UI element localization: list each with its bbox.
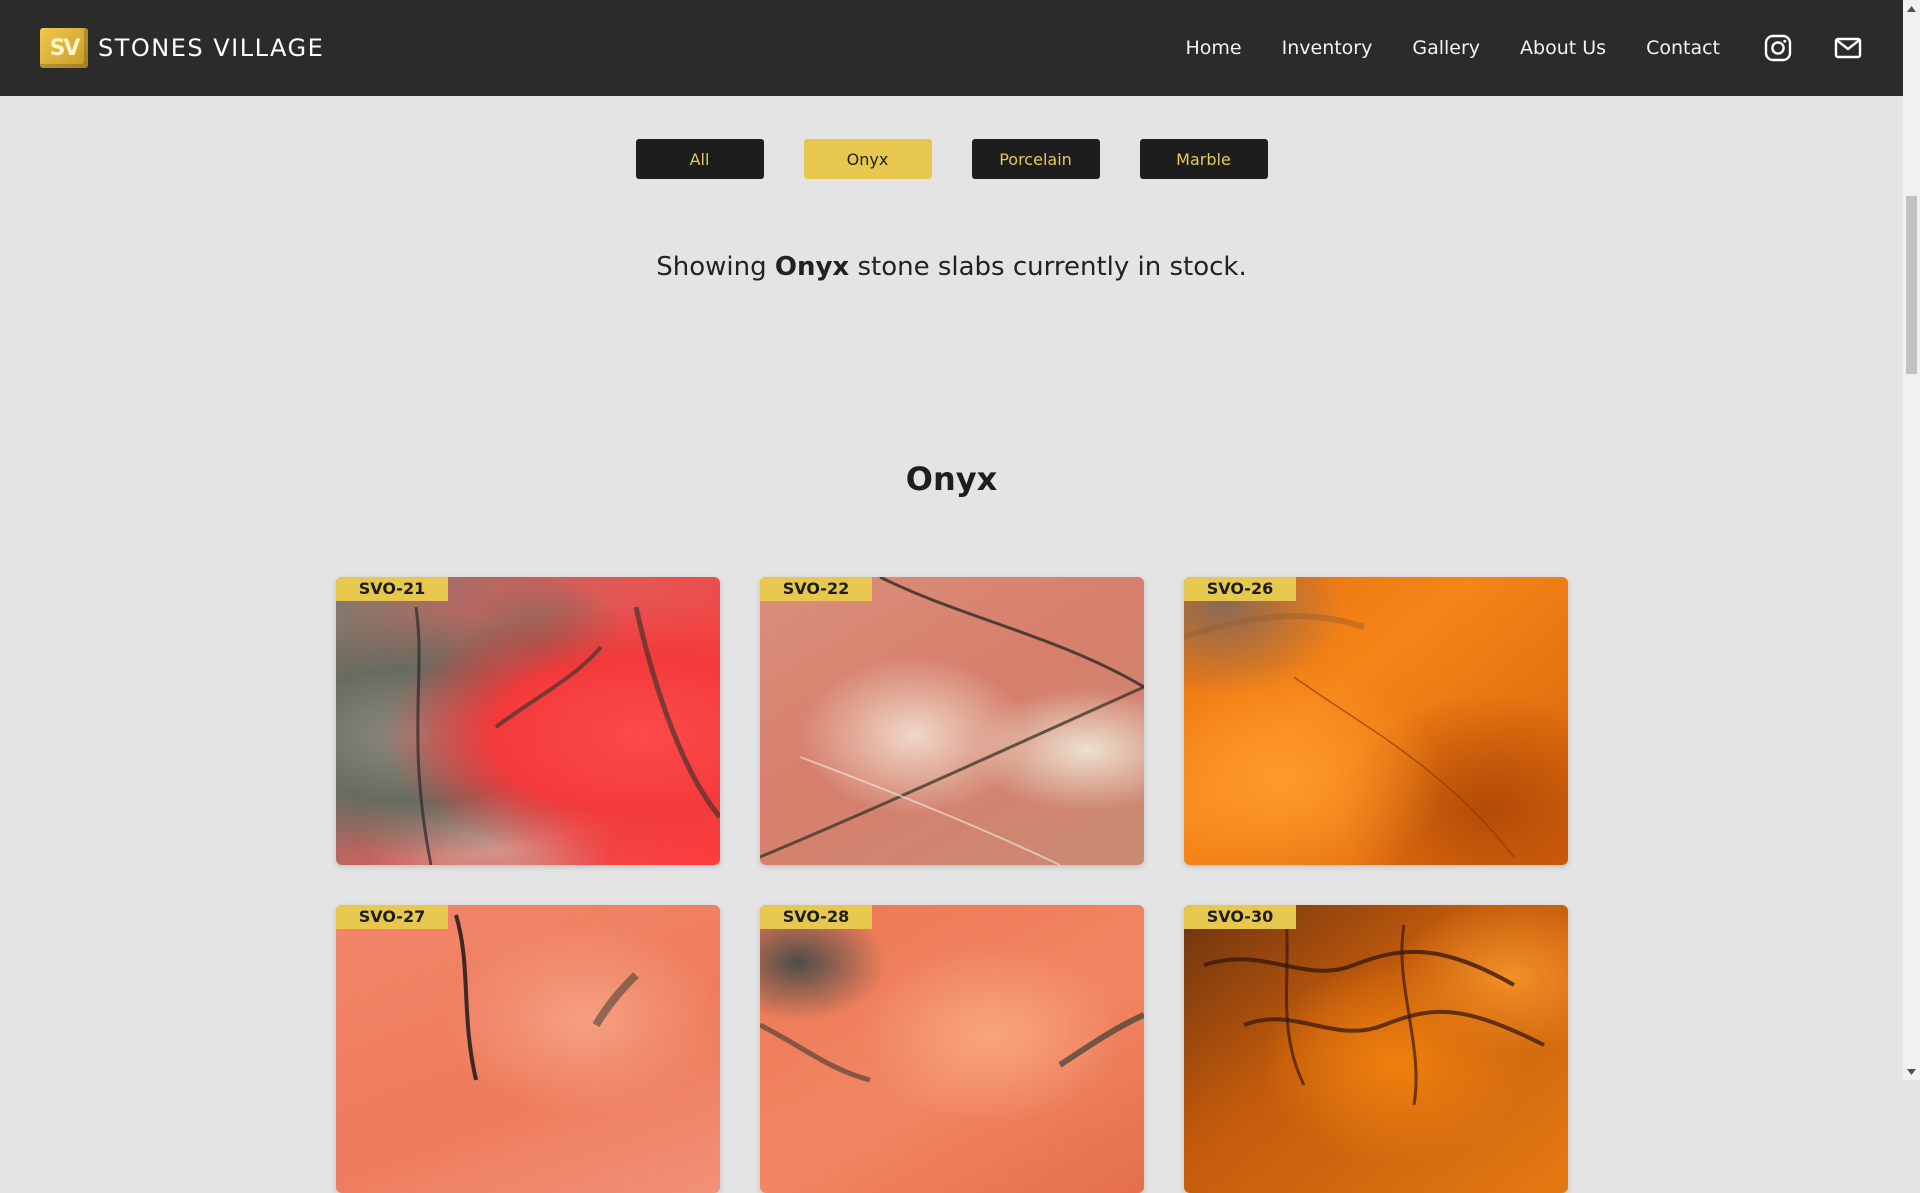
filter-onyx-button[interactable]: Onyx: [803, 139, 932, 179]
scroll-thumb[interactable]: [1906, 196, 1917, 374]
slab-code-badge: SVO-21: [336, 577, 448, 601]
social-icons: [1763, 0, 1863, 96]
filter-all-button[interactable]: All: [635, 139, 764, 179]
slab-veins: [760, 1012, 1144, 1083]
scroll-down-icon[interactable]: [1903, 1063, 1920, 1080]
slab-code-badge: SVO-22: [760, 577, 872, 601]
brand-logo[interactable]: SV STONES VILLAGE: [40, 28, 324, 68]
instagram-icon[interactable]: [1763, 33, 1793, 63]
nav-gallery[interactable]: Gallery: [1412, 37, 1480, 59]
section-title: Onyx: [905, 460, 998, 498]
brand-name: STONES VILLAGE: [98, 34, 325, 62]
slab-code-badge: SVO-28: [760, 905, 872, 929]
slab-veins: [1184, 613, 1515, 858]
nav-inventory[interactable]: Inventory: [1282, 37, 1373, 59]
slab-veins: [1203, 905, 1545, 1106]
slab-code-badge: SVO-26: [1184, 577, 1296, 601]
slab-veins: [454, 914, 639, 1081]
site-header: SV STONES VILLAGE Home Inventory Gallery…: [0, 0, 1903, 96]
main-nav: Home Inventory Gallery About Us Contact: [1186, 0, 1721, 96]
filter-porcelain-button[interactable]: Porcelain: [971, 139, 1100, 179]
slab-card[interactable]: SVO-21: [336, 577, 720, 865]
slab-card[interactable]: SVO-27: [336, 905, 720, 1193]
category-filters: All Onyx Porcelain Marble: [0, 139, 1903, 179]
page-scrollbar[interactable]: [1903, 0, 1920, 1080]
status-category: Onyx: [774, 252, 850, 282]
filter-marble-button[interactable]: Marble: [1139, 139, 1268, 179]
slab-veins: [414, 606, 720, 865]
slab-card[interactable]: SVO-30: [1184, 905, 1568, 1193]
nav-about-us[interactable]: About Us: [1520, 37, 1606, 59]
page: SV STONES VILLAGE Home Inventory Gallery…: [0, 0, 1903, 1193]
slab-code-badge: SVO-27: [336, 905, 448, 929]
status-suffix: stone slabs currently in stock.: [849, 252, 1247, 282]
stock-status-text: Showing Onyx stone slabs currently in st…: [0, 252, 1903, 282]
status-prefix: Showing: [656, 252, 775, 282]
slab-card[interactable]: SVO-28: [760, 905, 1144, 1193]
slab-card[interactable]: SVO-26: [1184, 577, 1568, 865]
scroll-up-icon[interactable]: [1903, 0, 1920, 17]
nav-home[interactable]: Home: [1186, 37, 1242, 59]
slab-card[interactable]: SVO-22: [760, 577, 1144, 865]
logo-mark: SV: [40, 28, 88, 68]
nav-contact[interactable]: Contact: [1646, 37, 1720, 59]
slab-veins: [760, 577, 1144, 865]
mail-icon[interactable]: [1833, 33, 1863, 63]
slab-code-badge: SVO-30: [1184, 905, 1296, 929]
